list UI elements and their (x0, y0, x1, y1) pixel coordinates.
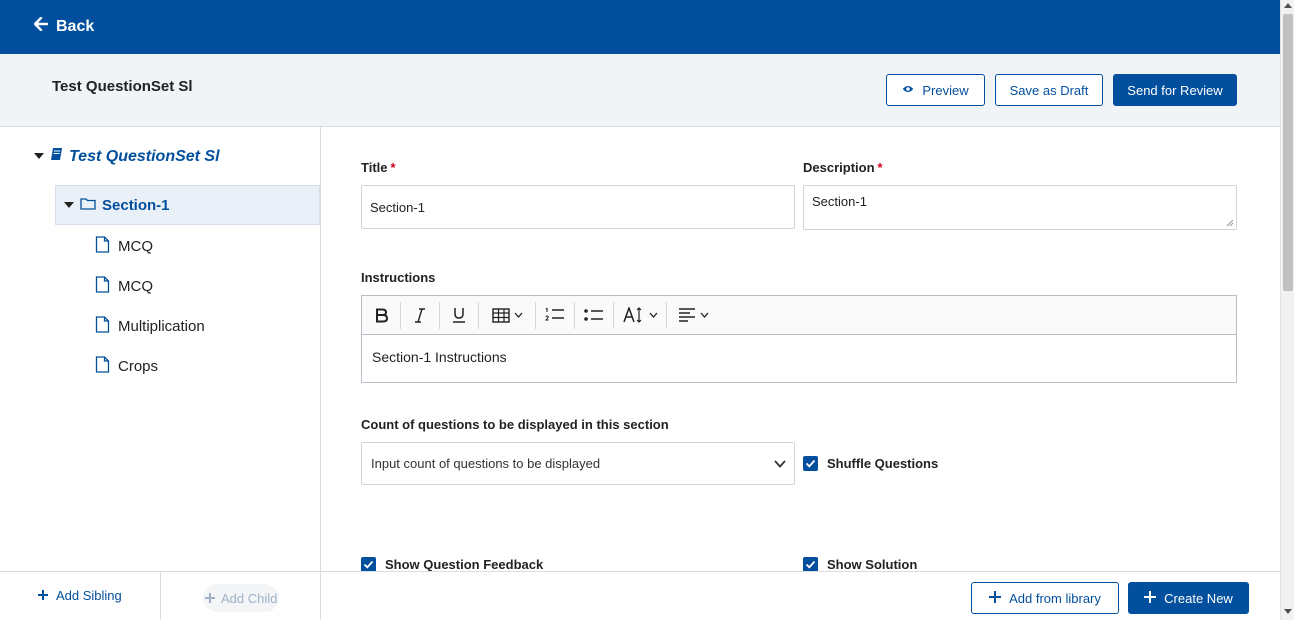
bottom-action-bar: Add from library Create New (321, 571, 1280, 620)
tree-item-label: Multiplication (118, 318, 205, 335)
shuffle-questions-label: Shuffle Questions (827, 456, 939, 471)
file-icon (95, 316, 110, 337)
add-sibling-label: Add Sibling (56, 588, 122, 603)
plus-icon (38, 588, 48, 603)
question-count-placeholder: Input count of questions to be displayed (371, 456, 601, 471)
description-label: Description * (803, 160, 883, 175)
show-feedback-checkbox[interactable]: Show Question Feedback (361, 557, 543, 572)
back-button[interactable]: Back (33, 16, 95, 36)
tree-root-label: Test QuestionSet Sl (69, 147, 220, 165)
add-from-library-label: Add from library (1009, 590, 1101, 606)
description-label-text: Description (803, 160, 875, 175)
instructions-editor: Section-1 Instructions (361, 295, 1237, 383)
caret-down-icon[interactable] (64, 197, 74, 214)
plus-icon (989, 590, 1002, 606)
chevron-down-icon (514, 312, 522, 318)
scroll-up-icon[interactable] (1284, 3, 1292, 8)
checkmark-icon (803, 456, 818, 471)
count-label: Count of questions to be displayed in th… (361, 417, 669, 432)
page-scrollbar[interactable] (1280, 0, 1294, 620)
file-icon (95, 356, 110, 377)
tree-item-label: MCQ (118, 278, 153, 295)
create-new-label: Create New (1164, 590, 1233, 606)
description-textarea[interactable]: Section-1 (803, 185, 1237, 230)
show-solution-label: Show Solution (827, 557, 918, 572)
toolbar-separator (478, 301, 479, 329)
page-title: Test QuestionSet Sl (52, 78, 193, 95)
instructions-label: Instructions (361, 270, 436, 285)
back-label: Back (56, 17, 95, 35)
preview-label: Preview (922, 82, 969, 98)
plus-icon (1144, 590, 1157, 606)
add-from-library-button[interactable]: Add from library (971, 582, 1119, 614)
required-mark: * (877, 160, 883, 175)
add-child-button[interactable]: Add Child (203, 584, 279, 612)
table-icon[interactable] (485, 296, 529, 335)
tree-item[interactable]: MCQ (95, 236, 153, 257)
save-draft-label: Save as Draft (1009, 82, 1089, 98)
tree-item-label: Crops (118, 358, 159, 375)
section-form: Title * Section-1 Description * Section-1 … (321, 127, 1280, 572)
tree-root[interactable]: Test QuestionSet Sl (34, 147, 220, 166)
chevron-down-icon (774, 460, 786, 468)
tree-actions: Add Sibling Add Child (0, 571, 321, 620)
question-count-select[interactable]: Input count of questions to be displayed (361, 442, 795, 485)
show-solution-checkbox[interactable]: Show Solution (803, 557, 917, 572)
instructions-content[interactable]: Section-1 Instructions (362, 335, 1236, 379)
create-new-button[interactable]: Create New (1128, 582, 1249, 614)
required-mark: * (390, 160, 396, 175)
toolbar-separator (400, 301, 401, 329)
resize-handle-icon[interactable] (1226, 219, 1234, 227)
toolbar-separator (613, 301, 614, 329)
chevron-down-icon (649, 312, 657, 318)
top-bar: Back (0, 0, 1280, 54)
file-icon (95, 276, 110, 297)
show-feedback-label: Show Question Feedback (385, 557, 544, 572)
tree-item[interactable]: Crops (95, 356, 158, 377)
editor-toolbar (362, 296, 1236, 335)
align-icon[interactable] (673, 296, 713, 335)
scrollbar-thumb[interactable] (1283, 14, 1293, 291)
caret-down-icon[interactable] (34, 148, 44, 166)
toolbar-separator (574, 301, 575, 329)
preview-button[interactable]: Preview (886, 74, 985, 106)
checkmark-icon (803, 557, 818, 572)
eye-icon (902, 83, 914, 98)
checkmark-icon (361, 557, 376, 572)
save-draft-button[interactable]: Save as Draft (995, 74, 1103, 106)
tree-item[interactable]: Multiplication (95, 316, 205, 337)
title-label-text: Title (361, 160, 388, 175)
title-label: Title * (361, 160, 396, 175)
scroll-down-icon[interactable] (1284, 609, 1292, 614)
add-child-label: Add Child (221, 590, 278, 606)
book-icon (50, 147, 63, 166)
content-tree: Test QuestionSet Sl Section-1 MCQ MCQ Mu… (0, 127, 321, 620)
toolbar-separator (666, 301, 667, 329)
send-review-button[interactable]: Send for Review (1113, 74, 1237, 106)
underline-icon[interactable] (446, 296, 472, 335)
tree-item[interactable]: MCQ (95, 276, 153, 297)
tree-section-label: Section-1 (102, 196, 170, 214)
font-size-icon[interactable] (620, 296, 660, 335)
plus-icon (205, 591, 215, 606)
tree-item-label: MCQ (118, 238, 153, 255)
divider (160, 572, 161, 620)
bold-icon[interactable] (368, 296, 394, 335)
file-icon (95, 236, 110, 257)
toolbar-separator (439, 301, 440, 329)
add-sibling-button[interactable]: Add Sibling (38, 588, 122, 603)
italic-icon[interactable] (407, 296, 433, 335)
toolbar-separator (535, 301, 536, 329)
folder-icon (80, 197, 96, 214)
editor-header: Test QuestionSet Sl Preview Save as Draf… (0, 54, 1280, 127)
numbered-list-icon[interactable] (542, 296, 568, 335)
tree-section-item[interactable]: Section-1 (55, 185, 320, 225)
shuffle-questions-checkbox[interactable]: Shuffle Questions (803, 456, 938, 471)
title-input[interactable]: Section-1 (361, 185, 795, 229)
bullet-list-icon[interactable] (581, 296, 607, 335)
send-review-label: Send for Review (1127, 82, 1223, 98)
chevron-down-icon (700, 312, 708, 318)
description-value: Section-1 (812, 194, 867, 209)
arrow-left-icon (33, 16, 49, 36)
